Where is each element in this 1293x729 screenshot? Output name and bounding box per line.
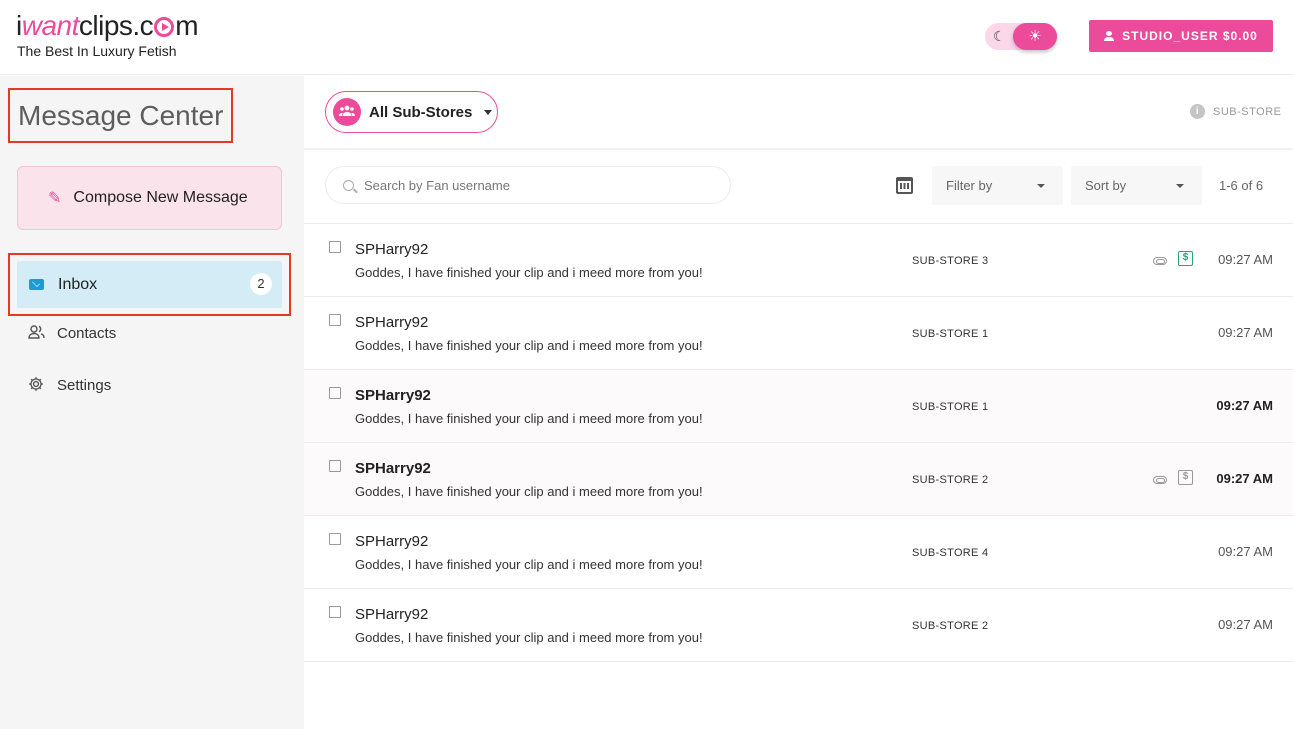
pencil-icon: ✎ <box>48 190 62 207</box>
pagination-range: 1-6 of 6 <box>1219 178 1264 193</box>
unread-count-badge: 2 <box>250 273 272 295</box>
message-preview: Goddes, I have finished your clip and i … <box>355 265 703 280</box>
row-checkbox[interactable] <box>329 387 341 399</box>
chevron-down-icon <box>484 109 493 115</box>
row-checkbox[interactable] <box>329 606 341 618</box>
message-time: 09:27 AM <box>1216 471 1273 486</box>
page-title: Message Center <box>8 88 233 143</box>
message-preview: Goddes, I have finished your clip and i … <box>355 630 703 645</box>
sidebar: Message Center ✎ Compose New Message Inb… <box>0 76 304 729</box>
message-preview: Goddes, I have finished your clip and i … <box>355 411 703 426</box>
substore-info-label: SUB-STORE <box>1213 105 1282 118</box>
logo-suffix: clips.c <box>78 10 154 41</box>
compose-label: Compose New Message <box>73 189 248 206</box>
search-field[interactable] <box>325 166 731 204</box>
user-icon <box>1104 31 1115 41</box>
gear-icon <box>28 376 46 395</box>
search-icon <box>343 179 354 191</box>
paperclip-icon <box>1153 257 1167 265</box>
message-sender: SPHarry92 <box>355 387 431 404</box>
message-row[interactable]: SPHarry92 Goddes, I have finished your c… <box>304 370 1293 443</box>
message-time: 09:27 AM <box>1218 252 1273 267</box>
message-time: 09:27 AM <box>1218 325 1273 340</box>
chevron-down-icon <box>1037 184 1045 188</box>
message-row[interactable]: SPHarry92 Goddes, I have finished your c… <box>304 516 1293 589</box>
row-checkbox[interactable] <box>329 533 341 545</box>
substore-info[interactable]: i SUB-STORE <box>1190 104 1281 119</box>
filter-by-select[interactable]: Filter by <box>932 166 1063 205</box>
row-checkbox[interactable] <box>329 460 341 472</box>
search-input[interactable] <box>364 177 704 193</box>
sidebar-item-label: Contacts <box>57 325 117 342</box>
paid-message-icon: $ <box>1178 470 1193 485</box>
sidebar-item-label: Settings <box>57 377 112 394</box>
paperclip-icon <box>1153 476 1167 484</box>
message-time: 09:27 AM <box>1216 398 1273 413</box>
calendar-icon[interactable] <box>896 177 913 194</box>
sidebar-item-contacts[interactable]: Contacts <box>28 325 116 342</box>
sort-label: Sort by <box>1085 178 1127 193</box>
row-checkbox[interactable] <box>329 314 341 326</box>
message-substore: SUB-STORE 1 <box>912 328 989 340</box>
message-preview: Goddes, I have finished your clip and i … <box>355 338 703 353</box>
sidebar-item-settings[interactable]: Settings <box>28 376 111 395</box>
moon-icon[interactable]: ☾ <box>993 28 1006 45</box>
message-row[interactable]: SPHarry92 Goddes, I have finished your c… <box>304 224 1293 297</box>
message-substore: SUB-STORE 4 <box>912 547 989 559</box>
row-checkbox[interactable] <box>329 241 341 253</box>
group-icon <box>333 98 361 126</box>
play-circle-icon <box>154 17 175 37</box>
sun-icon[interactable]: ☀ <box>1013 23 1057 50</box>
sidebar-item-label: Inbox <box>58 275 98 293</box>
logo-end: m <box>175 10 199 41</box>
paid-message-icon: $ <box>1178 251 1193 266</box>
sidebar-item-inbox[interactable]: Inbox 2 <box>17 261 282 308</box>
substores-dropdown[interactable]: All Sub-Stores <box>325 91 498 133</box>
compose-new-message-button[interactable]: ✎ Compose New Message <box>17 166 282 230</box>
info-icon: i <box>1190 104 1205 119</box>
site-tagline: The Best In Luxury Fetish <box>17 43 177 59</box>
inbox-highlight: Inbox 2 <box>8 253 291 316</box>
message-sender: SPHarry92 <box>355 314 429 331</box>
site-logo[interactable]: iwantclips.c m <box>16 10 199 42</box>
message-sender: SPHarry92 <box>355 460 431 477</box>
message-substore: SUB-STORE 2 <box>912 620 989 632</box>
user-account-button[interactable]: STUDIO_USER $0.00 <box>1089 20 1273 52</box>
toolbar-divider <box>304 148 1293 150</box>
message-substore: SUB-STORE 3 <box>912 255 989 267</box>
substores-label: All Sub-Stores <box>369 103 473 121</box>
logo-accent: want <box>21 10 80 41</box>
contacts-icon <box>28 325 46 342</box>
sort-by-select[interactable]: Sort by <box>1071 166 1202 205</box>
message-substore: SUB-STORE 1 <box>912 401 989 413</box>
filter-label: Filter by <box>946 178 993 193</box>
message-row[interactable]: SPHarry92 Goddes, I have finished your c… <box>304 297 1293 370</box>
theme-toggle[interactable]: ☾ ☀ <box>985 23 1057 50</box>
user-button-label: STUDIO_USER $0.00 <box>1122 29 1258 43</box>
message-preview: Goddes, I have finished your clip and i … <box>355 484 703 499</box>
app-header: iwantclips.c m The Best In Luxury Fetish … <box>0 0 1293 75</box>
message-preview: Goddes, I have finished your clip and i … <box>355 557 703 572</box>
message-row[interactable]: SPHarry92 Goddes, I have finished your c… <box>304 443 1293 516</box>
message-time: 09:27 AM <box>1218 544 1273 559</box>
message-substore: SUB-STORE 2 <box>912 474 989 486</box>
envelope-icon <box>29 279 44 290</box>
chevron-down-icon <box>1176 184 1184 188</box>
message-row[interactable]: SPHarry92 Goddes, I have finished your c… <box>304 589 1293 662</box>
message-time: 09:27 AM <box>1218 617 1273 632</box>
message-sender: SPHarry92 <box>355 533 429 550</box>
message-sender: SPHarry92 <box>355 606 429 623</box>
message-sender: SPHarry92 <box>355 241 429 258</box>
